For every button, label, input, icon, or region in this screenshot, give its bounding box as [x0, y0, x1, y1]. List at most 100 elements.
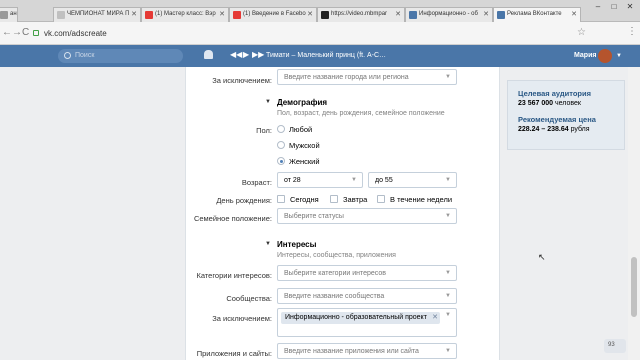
section-toggle-icon[interactable]: ▼: [265, 241, 271, 247]
back-icon[interactable]: ←: [2, 27, 12, 38]
youtube-icon: [233, 11, 241, 19]
bookmark-star-icon[interactable]: ☆: [577, 27, 586, 38]
age-from-select[interactable]: от 28 ▼: [277, 172, 363, 188]
tab-favicon-icon: [0, 11, 8, 19]
audience-value: 23 567 000: [518, 100, 554, 107]
url-field[interactable]: vk.com/adscreate: [44, 29, 107, 38]
gender-option-label[interactable]: Любой: [289, 125, 312, 134]
interests-title[interactable]: Интересы: [277, 240, 316, 249]
age-to-select[interactable]: до 55 ▼: [368, 172, 457, 188]
price-value: 228.24 – 238.64: [518, 126, 569, 133]
communities-exclusion-input[interactable]: Информационно - образовательный проект ✕…: [277, 308, 457, 337]
browser-tab[interactable]: https://video.mbmpar ✕: [317, 7, 405, 22]
video-icon: [321, 11, 329, 19]
mouse-cursor-icon: ↖: [538, 252, 546, 262]
vk-icon: [409, 11, 417, 19]
chevron-down-icon: ▼: [351, 177, 357, 183]
excluded-community-token: Информационно - образовательный проект ✕: [281, 312, 440, 324]
search-input[interactable]: Поиск: [58, 49, 183, 63]
gender-radio-female[interactable]: [277, 157, 285, 165]
gender-radio-male[interactable]: [277, 141, 285, 149]
close-window-icon[interactable]: ✕: [622, 2, 638, 14]
section-toggle-icon[interactable]: ▼: [265, 99, 271, 105]
birthday-option-label[interactable]: Сегодня: [290, 195, 319, 204]
birthday-tomorrow-checkbox[interactable]: [330, 195, 338, 203]
now-playing-track[interactable]: Тимати – Маленький принц (ft. А-С…: [266, 52, 386, 59]
remove-token-icon[interactable]: ✕: [432, 313, 438, 321]
browser-tab[interactable]: ан: [0, 7, 18, 22]
demography-subtitle: Пол, возраст, день рождения, семейное по…: [277, 110, 445, 117]
browser-tab-strip: ан ЧЕМПИОНАТ МИРА П ✕ (1) Мастер класс: …: [0, 0, 640, 23]
browser-tab[interactable]: (1) Введение в Facebo ✕: [229, 7, 317, 22]
audience-value-line: 23 567 000 человек: [518, 100, 614, 107]
tab-close-icon[interactable]: ✕: [307, 10, 313, 18]
vk-icon: [497, 11, 505, 19]
chevron-down-icon[interactable]: ▼: [616, 53, 622, 59]
chevron-down-icon: ▼: [445, 213, 451, 219]
communities-exclusion-label: За исключением:: [212, 314, 272, 323]
browser-tab[interactable]: (1) Мастер класс: Вэр ✕: [141, 7, 229, 22]
notifications-bell-icon[interactable]: [204, 50, 213, 59]
vk-header: Поиск ◀◀ ▶ ▶▶ Тимати – Маленький принц (…: [0, 45, 640, 67]
family-status-label: Семейное положение:: [193, 214, 272, 223]
audience-summary-panel: Целевая аудитория 23 567 000 человек Рек…: [507, 80, 625, 150]
tab-favicon-icon: [57, 11, 65, 19]
reload-icon[interactable]: C: [22, 27, 29, 38]
price-title: Рекомендуемая цена: [518, 115, 596, 124]
interest-categories-label: Категории интересов:: [196, 271, 272, 280]
forward-icon[interactable]: →: [12, 27, 22, 38]
audience-title: Целевая аудитория: [518, 89, 591, 98]
birthday-label: День рождения:: [216, 196, 272, 205]
demography-title[interactable]: Демография: [277, 98, 327, 107]
youtube-icon: [145, 11, 153, 19]
messages-badge[interactable]: 93: [604, 339, 626, 353]
age-label: Возраст:: [241, 178, 272, 187]
page-scrollbar[interactable]: [628, 67, 640, 360]
browser-menu-icon[interactable]: ⋮: [627, 26, 637, 37]
next-track-icon[interactable]: ▶▶: [252, 50, 264, 59]
birthday-week-checkbox[interactable]: [377, 195, 385, 203]
gender-label: Пол:: [256, 126, 272, 135]
search-icon: [64, 52, 71, 59]
gender-radio-any[interactable]: [277, 125, 285, 133]
apps-label: Приложения и сайты:: [196, 349, 272, 358]
minimize-icon[interactable]: –: [590, 2, 606, 14]
browser-tab[interactable]: Информационно - об ✕: [405, 7, 493, 22]
address-bar: ← → C vk.com/adscreate ☆ ⋮: [0, 22, 640, 45]
maximize-icon[interactable]: □: [606, 2, 622, 14]
lock-icon: [33, 30, 39, 36]
chevron-down-icon: ▼: [445, 177, 451, 183]
price-unit: рубля: [570, 126, 590, 133]
chevron-down-icon: ▼: [445, 74, 451, 80]
tab-close-icon[interactable]: ✕: [395, 10, 401, 18]
interests-subtitle: Интересы, сообщества, приложения: [277, 252, 396, 259]
tab-close-icon[interactable]: ✕: [483, 10, 489, 18]
birthday-today-checkbox[interactable]: [277, 195, 285, 203]
apps-input[interactable]: Введите название приложения или сайта ▼: [277, 343, 457, 359]
communities-input[interactable]: Введите название сообщества ▼: [277, 288, 457, 304]
scrollbar-thumb[interactable]: [631, 257, 637, 317]
browser-tab-active[interactable]: Реклама ВКонтакте ✕: [493, 7, 581, 23]
chevron-down-icon: ▼: [445, 312, 451, 318]
prev-track-icon[interactable]: ◀◀: [230, 50, 242, 59]
communities-label: Сообщества:: [226, 294, 272, 303]
tab-close-icon[interactable]: ✕: [131, 10, 137, 18]
user-name[interactable]: Мария: [574, 52, 596, 59]
birthday-option-label[interactable]: Завтра: [343, 195, 367, 204]
exclusion-label: За исключением:: [212, 76, 272, 85]
browser-tab[interactable]: ЧЕМПИОНАТ МИРА П ✕: [53, 7, 141, 22]
chevron-down-icon: ▼: [445, 293, 451, 299]
audience-unit: человек: [555, 100, 581, 107]
chevron-down-icon: ▼: [445, 270, 451, 276]
tab-close-icon[interactable]: ✕: [571, 10, 577, 18]
price-value-line: 228.24 – 238.64 рубля: [518, 126, 614, 133]
birthday-option-label[interactable]: В течение недели: [390, 195, 452, 204]
family-status-select[interactable]: Выберите статусы ▼: [277, 208, 457, 224]
geo-exclusion-input[interactable]: Введите название города или региона ▼: [277, 69, 457, 85]
gender-option-label[interactable]: Женский: [289, 157, 320, 166]
gender-option-label[interactable]: Мужской: [289, 141, 320, 150]
interest-categories-select[interactable]: Выберите категории интересов ▼: [277, 265, 457, 281]
tab-close-icon[interactable]: ✕: [219, 10, 225, 18]
play-icon[interactable]: ▶: [243, 50, 249, 59]
avatar[interactable]: [598, 49, 612, 63]
